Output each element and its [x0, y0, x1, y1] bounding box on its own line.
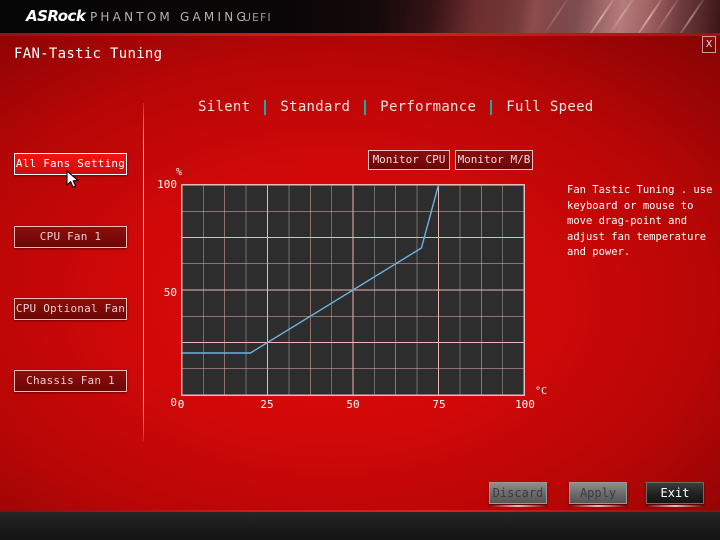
fan-curve-plot[interactable] [181, 184, 525, 396]
exit-button[interactable]: Exit [646, 482, 704, 504]
x-axis-unit-label: °C [535, 386, 548, 397]
y-axis-unit-label: % [176, 167, 183, 178]
preset-tabs: Silent Standard Performance Full Speed [184, 99, 608, 115]
monitor-mb-button[interactable]: Monitor M/B [455, 150, 533, 170]
app-header: ASRock PHANTOM GAMING UEFI [0, 0, 720, 33]
header-divider [0, 33, 720, 36]
page-title: FAN-Tastic Tuning [14, 46, 163, 62]
tab-performance[interactable]: Performance [366, 99, 490, 115]
x-axis-tick: 0 [177, 398, 185, 411]
header-streak [673, 0, 709, 33]
discard-button[interactable]: Discard [489, 482, 547, 504]
uefi-screen: ASRock PHANTOM GAMING UEFI X FAN-Tastic … [0, 0, 720, 540]
x-axis-tick: 25 [260, 398, 274, 411]
x-axis-tick: 75 [432, 398, 446, 411]
sidebar-item-chassis-fan-1[interactable]: Chassis Fan 1 [14, 370, 127, 392]
asrock-logo: ASRock [26, 7, 86, 25]
tab-standard[interactable]: Standard [266, 99, 364, 115]
header-streak [607, 0, 639, 33]
phantom-gaming-logo: PHANTOM GAMING [90, 10, 249, 24]
y-axis-tick: 100 [157, 178, 177, 191]
header-streak [541, 0, 573, 33]
sidebar-item-cpu-fan-1[interactable]: CPU Fan 1 [14, 226, 127, 248]
monitor-cpu-button[interactable]: Monitor CPU [368, 150, 450, 170]
help-text: Fan Tastic Tuning . use keyboard or mous… [567, 184, 713, 258]
uefi-logo: UEFI [243, 11, 272, 24]
status-bar: English Tue 01/22/2019. 21:43:52 [0, 512, 720, 540]
fan-curve-svg[interactable] [182, 185, 524, 395]
tab-full-speed[interactable]: Full Speed [492, 99, 607, 115]
x-axis-tick: 100 [515, 398, 535, 411]
apply-button[interactable]: Apply [569, 482, 627, 504]
sidebar-divider [143, 103, 144, 441]
header-streak [631, 0, 667, 33]
sidebar-item-cpu-optional-fan[interactable]: CPU Optional Fan [14, 298, 127, 320]
apply-underline [569, 505, 627, 507]
discard-underline [489, 505, 547, 507]
close-icon[interactable]: X [702, 36, 716, 53]
x-axis-tick: 50 [346, 398, 360, 411]
exit-underline [646, 505, 704, 507]
y-axis-tick: 50 [163, 286, 177, 299]
tab-silent[interactable]: Silent [184, 99, 264, 115]
mouse-cursor-icon [66, 170, 79, 188]
